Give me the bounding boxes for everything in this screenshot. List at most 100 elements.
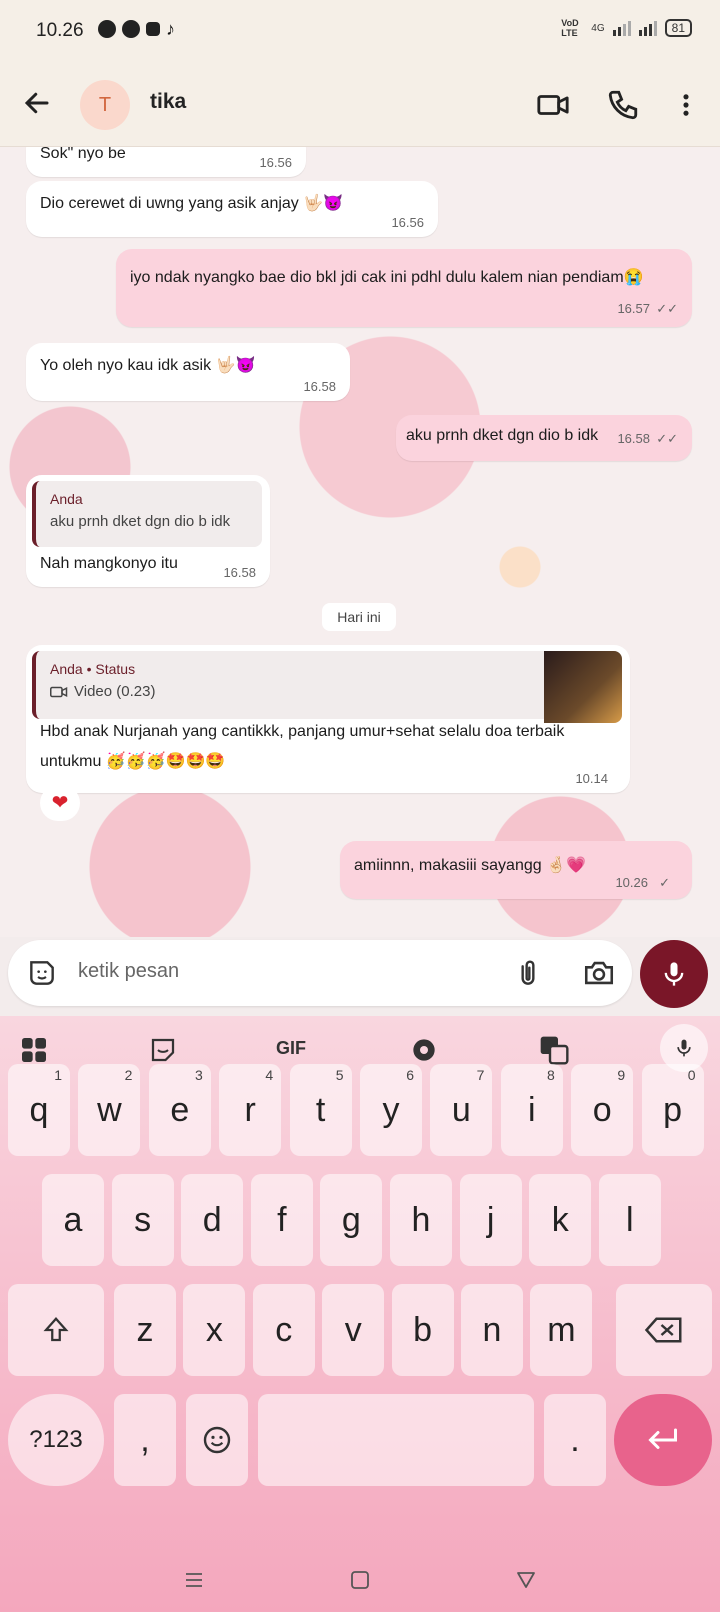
message-text: Dio cerewet di uwng yang asik anjay 🤟🏻😈 bbox=[40, 195, 344, 212]
more-options-icon[interactable] bbox=[672, 88, 700, 122]
attachment-icon[interactable] bbox=[512, 956, 544, 990]
whatsapp-icon bbox=[98, 20, 116, 38]
key-s[interactable]: s bbox=[111, 1174, 174, 1266]
recents-icon[interactable] bbox=[182, 1568, 206, 1592]
message-outgoing[interactable]: amiinnn, makasiii sayangg 🤞🏻💗 10.26 ✓ bbox=[340, 841, 692, 899]
emoji-key[interactable] bbox=[186, 1394, 248, 1486]
quoted-message[interactable]: Anda aku prnh dket dgn dio b idk bbox=[32, 481, 262, 547]
translate-icon[interactable] bbox=[538, 1032, 570, 1068]
key-label: c bbox=[275, 1311, 293, 1349]
key-number-hint: 7 bbox=[476, 1067, 485, 1083]
quoted-status[interactable]: Anda • Status Video (0.23) bbox=[32, 651, 622, 723]
video-duration: Video (0.23) bbox=[74, 683, 156, 700]
sticker-icon[interactable] bbox=[26, 957, 58, 989]
period-key[interactable]: . bbox=[544, 1394, 606, 1486]
key-label: z bbox=[136, 1311, 154, 1349]
message-text: aku prnh dket dgn dio b idk bbox=[406, 427, 599, 444]
key-f[interactable]: f bbox=[250, 1174, 313, 1266]
keyboard[interactable]: GIF ?123 , . q1w2e3r4t5y6u7i8o9p0asdfghj… bbox=[0, 1016, 720, 1612]
avatar[interactable]: T bbox=[80, 80, 130, 130]
message-incoming[interactable]: Sok" nyo be 16.56 bbox=[26, 147, 306, 177]
message-time: 16.57 bbox=[617, 301, 650, 316]
video-call-icon[interactable] bbox=[536, 88, 570, 122]
quoted-sender: Anda bbox=[50, 491, 83, 507]
key-l[interactable]: l bbox=[598, 1174, 661, 1266]
key-k[interactable]: k bbox=[529, 1174, 592, 1266]
reaction-heart[interactable]: ❤ bbox=[40, 785, 80, 821]
key-b[interactable]: b bbox=[391, 1284, 454, 1376]
key-t[interactable]: t5 bbox=[289, 1064, 352, 1156]
key-e[interactable]: e3 bbox=[148, 1064, 211, 1156]
key-y[interactable]: y6 bbox=[360, 1064, 422, 1156]
message-time: 16.58 bbox=[303, 379, 336, 394]
shift-key[interactable] bbox=[8, 1284, 104, 1376]
back-nav-icon[interactable] bbox=[514, 1568, 538, 1592]
back-arrow-icon[interactable] bbox=[22, 88, 52, 118]
key-number-hint: 9 bbox=[617, 1067, 626, 1083]
message-composer[interactable]: ketik pesan bbox=[8, 940, 632, 1006]
key-h[interactable]: h bbox=[390, 1174, 452, 1266]
gear-icon[interactable] bbox=[408, 1032, 440, 1068]
key-i[interactable]: i8 bbox=[500, 1064, 563, 1156]
home-icon[interactable] bbox=[348, 1568, 372, 1592]
apps-grid-icon[interactable] bbox=[18, 1032, 50, 1068]
status-video-thumbnail[interactable] bbox=[544, 651, 622, 723]
key-c[interactable]: c bbox=[252, 1284, 315, 1376]
key-p[interactable]: p0 bbox=[641, 1064, 704, 1156]
message-incoming[interactable]: Dio cerewet di uwng yang asik anjay 🤟🏻😈 … bbox=[26, 181, 438, 237]
key-number-hint: 0 bbox=[687, 1067, 696, 1083]
camera-icon[interactable] bbox=[582, 956, 616, 990]
message-text: amiinnn, makasiii sayangg 🤞🏻💗 bbox=[354, 857, 586, 874]
key-v[interactable]: v bbox=[322, 1284, 385, 1376]
play-icon bbox=[122, 20, 140, 38]
key-q[interactable]: q1 bbox=[8, 1064, 70, 1156]
key-x[interactable]: x bbox=[183, 1284, 246, 1376]
key-u[interactable]: u7 bbox=[430, 1064, 493, 1156]
key-a[interactable]: a bbox=[42, 1174, 104, 1266]
message-incoming[interactable]: Yo oleh nyo kau idk asik 🤟🏻😈 16.58 bbox=[26, 343, 350, 401]
message-text: iyo ndak nyangko bae dio bkl jdi cak ini… bbox=[130, 269, 644, 286]
key-label: o bbox=[592, 1091, 612, 1129]
message-incoming-reply[interactable]: Anda aku prnh dket dgn dio b idk Nah man… bbox=[26, 475, 270, 587]
message-outgoing[interactable]: aku prnh dket dgn dio b idk 16.58 ✓✓ bbox=[396, 415, 692, 461]
key-label: d bbox=[202, 1201, 222, 1239]
symbols-key[interactable]: ?123 bbox=[8, 1394, 104, 1486]
network-label: VoD LTE bbox=[561, 18, 579, 38]
contact-name[interactable]: tika bbox=[150, 90, 186, 114]
key-n[interactable]: n bbox=[461, 1284, 523, 1376]
message-time: 10.26 bbox=[615, 875, 648, 890]
key-j[interactable]: j bbox=[459, 1174, 522, 1266]
voice-record-button[interactable] bbox=[640, 940, 708, 1008]
message-time: 10.14 bbox=[575, 771, 608, 786]
key-d[interactable]: d bbox=[181, 1174, 244, 1266]
key-number-hint: 6 bbox=[406, 1067, 414, 1083]
key-g[interactable]: g bbox=[320, 1174, 383, 1266]
key-z[interactable]: z bbox=[114, 1284, 176, 1376]
key-label: u bbox=[451, 1091, 471, 1129]
key-label: e bbox=[170, 1091, 190, 1129]
app-icon bbox=[146, 22, 160, 36]
space-bar[interactable] bbox=[258, 1394, 534, 1486]
message-input[interactable]: ketik pesan bbox=[78, 960, 179, 983]
key-o[interactable]: o9 bbox=[571, 1064, 634, 1156]
emoji-icon bbox=[203, 1426, 231, 1454]
message-outgoing[interactable]: iyo ndak nyangko bae dio bkl jdi cak ini… bbox=[116, 249, 692, 327]
key-label: a bbox=[63, 1201, 83, 1239]
date-divider: Hari ini bbox=[322, 603, 396, 631]
chat-area[interactable]: Sok" nyo be 16.56 Dio cerewet di uwng ya… bbox=[0, 147, 720, 937]
message-text: Sok" nyo be bbox=[40, 147, 126, 162]
enter-key[interactable] bbox=[614, 1394, 712, 1486]
sticker-keyboard-icon[interactable] bbox=[148, 1032, 178, 1068]
quoted-sender: Anda • Status bbox=[50, 661, 136, 677]
message-incoming-reply[interactable]: Anda • Status Video (0.23) Hbd anak Nurj… bbox=[26, 645, 630, 793]
key-r[interactable]: r4 bbox=[219, 1064, 282, 1156]
read-ticks-icon: ✓✓ bbox=[656, 431, 678, 446]
key-w[interactable]: w2 bbox=[78, 1064, 141, 1156]
phone-icon[interactable] bbox=[606, 88, 640, 122]
key-label: k bbox=[551, 1201, 569, 1239]
key-m[interactable]: m bbox=[530, 1284, 593, 1376]
comma-key[interactable]: , bbox=[114, 1394, 176, 1486]
backspace-key[interactable] bbox=[616, 1284, 712, 1376]
message-text-line2: untukmu 🥳🥳🥳🤩🤩🤩 bbox=[40, 753, 226, 770]
key-number-hint: 4 bbox=[265, 1067, 274, 1083]
